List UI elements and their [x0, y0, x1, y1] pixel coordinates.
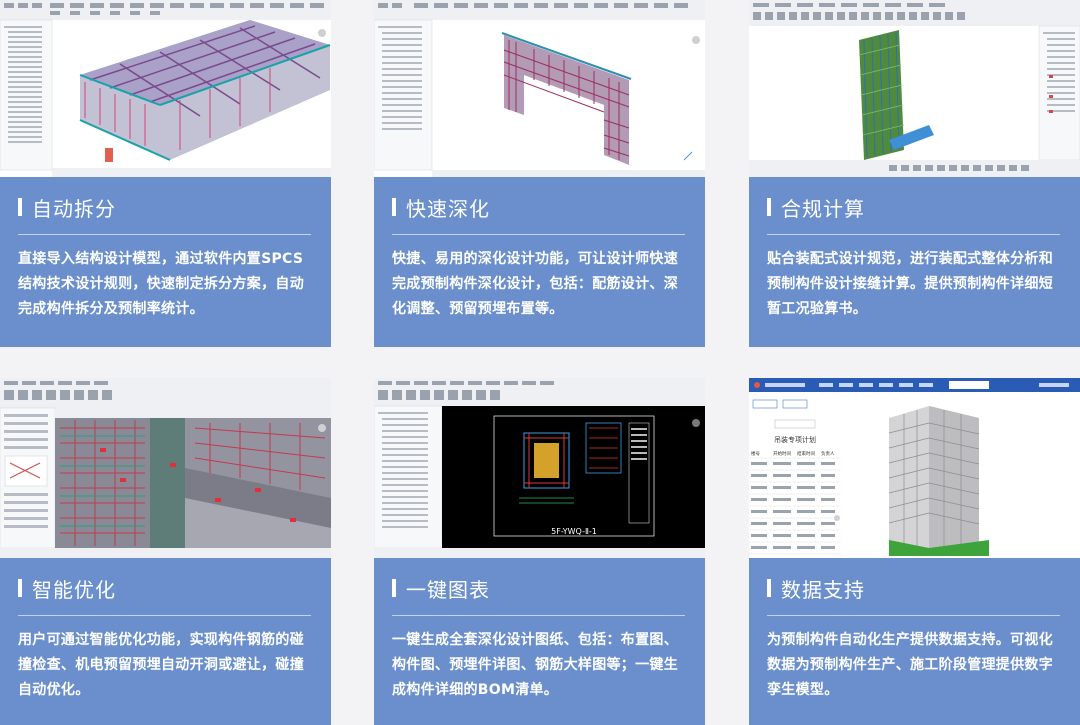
feature-card-fast-detailing: 快速深化 快捷、易用的深化设计功能，可让设计师快速完成预制构件深化设计，包括：配…: [374, 0, 705, 347]
table-header-cell: 结束时间: [797, 450, 815, 457]
card-title: 快速深化: [406, 196, 490, 221]
card-title: 一键图表: [406, 577, 490, 602]
screenshot-one-click-drawings: 5F-YWQ-Ⅱ-1: [374, 378, 705, 558]
drawing-label: 5F-YWQ-Ⅱ-1: [551, 527, 597, 536]
title-bar: [767, 579, 771, 597]
feature-card-compliance-calc: 合规计算 贴合装配式设计规范，进行装配式整体分析和预制构件设计接缝计算。提供预制…: [749, 0, 1080, 347]
schedule-table-title: 吊装专项计划: [774, 435, 816, 444]
divider: [392, 615, 685, 616]
screenshot-smart-optimize: [0, 378, 331, 558]
divider: [392, 234, 685, 235]
screenshot-compliance-calc: [749, 0, 1080, 177]
card-title: 自动拆分: [32, 196, 116, 221]
card-description: 一键生成全套深化设计图纸、包括：布置图、构件图、预埋件详图、钢筋大样图等；一键生…: [392, 632, 678, 698]
card-title: 智能优化: [32, 577, 116, 602]
card-description: 快捷、易用的深化设计功能，可让设计师快速完成预制构件深化设计，包括：配筋设计、深…: [392, 251, 678, 317]
title-bar: [392, 579, 396, 597]
table-header-cell: 开始时间: [773, 450, 791, 457]
card-description: 为预制构件自动化生产提供数据支持。可视化数据为预制构件生产、施工阶段管理提供数字…: [767, 632, 1053, 698]
card-description: 用户可通过智能优化功能，实现构件钢筋的碰撞检查、机电预留预埋自动开洞或避让，碰撞…: [18, 632, 304, 698]
screenshot-fast-detailing: [374, 0, 705, 177]
card-title: 数据支持: [781, 577, 865, 602]
card-description: 直接导入结构设计模型，通过软件内置SPCS结构技术设计规则，快速制定拆分方案，自…: [18, 251, 304, 317]
divider: [18, 615, 311, 616]
title-bar: [18, 579, 22, 597]
card-description: 贴合装配式设计规范，进行装配式整体分析和预制构件设计接缝计算。提供预制构件详细短…: [767, 251, 1053, 317]
screenshot-auto-split: [0, 0, 331, 177]
title-bar: [767, 198, 771, 216]
title-bar: [392, 198, 396, 216]
divider: [18, 234, 311, 235]
feature-card-data-support: 吊装专项计划 楼号 开始时间 结束时间 负责人 数据支持 为预制构件自动化生产提…: [749, 378, 1080, 725]
divider: [767, 615, 1060, 616]
feature-card-auto-split: 自动拆分 直接导入结构设计模型，通过软件内置SPCS结构技术设计规则，快速制定拆…: [0, 0, 331, 347]
card-title: 合规计算: [781, 196, 865, 221]
table-header-cell: 负责人: [821, 450, 835, 457]
screenshot-data-support: 吊装专项计划 楼号 开始时间 结束时间 负责人: [749, 378, 1080, 558]
divider: [767, 234, 1060, 235]
title-bar: [18, 198, 22, 216]
table-header-cell: 楼号: [751, 450, 760, 457]
feature-card-smart-optimize: 智能优化 用户可通过智能优化功能，实现构件钢筋的碰撞检查、机电预留预埋自动开洞或…: [0, 378, 331, 725]
feature-card-one-click-drawings: 5F-YWQ-Ⅱ-1 一键图表 一键生成全套深化设计图纸、包括：布置图、构件图、…: [374, 378, 705, 725]
